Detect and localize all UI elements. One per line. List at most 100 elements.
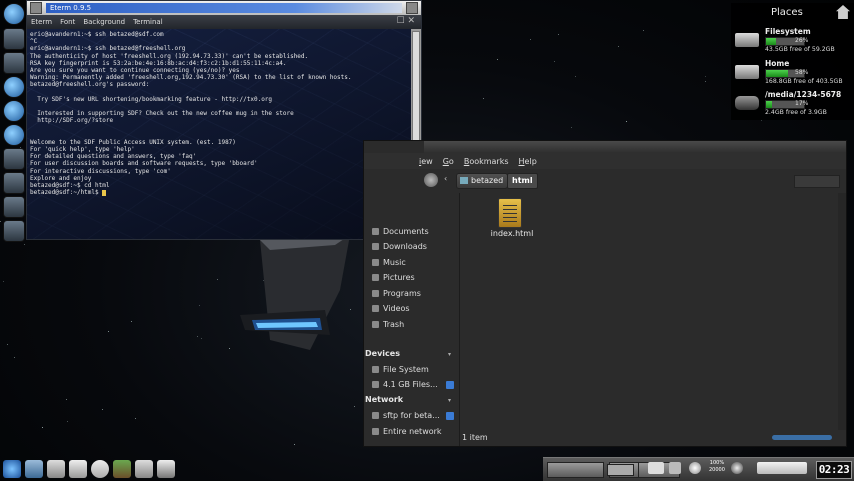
dock-app-icon[interactable] [3,52,25,74]
dock-app-icon[interactable] [3,3,25,25]
screenshot-icon[interactable] [157,460,175,478]
sidebar-item-programs[interactable]: Programs [372,288,421,300]
dock-app-icon[interactable] [3,148,25,170]
menu-bookmarks[interactable]: Bookmarks [464,157,509,166]
sidebar-item-videos[interactable]: Videos [372,303,410,315]
dock-app-icon[interactable] [3,76,25,98]
star [108,331,109,332]
bottom-panel: 100% 20000 02:23 [543,457,854,481]
eject-icon[interactable] [446,412,454,420]
terminal-line: Warning: Permanently added 'freeshell.or… [30,74,352,82]
chevron-down-icon[interactable]: ▾ [448,397,451,404]
place-media[interactable]: /media/1234-5678 17% 2.4GB free of 3.9GB [731,90,854,120]
sidebar-item-entire-network[interactable]: Entire network [372,426,442,438]
view-mode-toggle[interactable] [794,175,840,188]
window-list-icon[interactable] [648,462,664,474]
location-icon[interactable] [424,173,438,187]
trash-icon [372,321,379,328]
star [67,421,68,422]
dock-app-icon[interactable] [3,172,25,194]
breadcrumb-html[interactable]: html [507,173,538,189]
chevron-down-icon[interactable]: ▾ [448,351,451,358]
eject-icon[interactable] [446,381,454,389]
place-filesystem[interactable]: Filesystem 26% 43.5GB free of 59.2GB [731,27,854,57]
horizontal-scrollbar[interactable] [772,435,832,440]
star [558,34,559,35]
clock[interactable]: 02:23 [816,461,852,479]
html-file-icon[interactable] [498,198,522,228]
terminal-menubar: Eterm Font Background Terminal ☐ ✕ [27,15,421,29]
drive-icon [372,366,379,373]
terminal-titlebar[interactable]: Eterm 0.9.5 [27,1,421,15]
sidebar-item-sftp[interactable]: sftp for beta... [372,410,440,422]
terminal-line: For user discussion boards and software … [30,160,258,168]
terminal-output[interactable]: eric@avandern1:~$ ssh betazed@sdf.com ^C e… [27,29,411,239]
chevron-left-icon[interactable]: ‹ [444,174,452,186]
star [571,127,572,128]
file-manager-titlebar[interactable] [424,141,846,153]
browser-icon[interactable] [3,460,21,478]
sidebar-item-pictures[interactable]: Pictures [372,272,415,284]
game-icon[interactable] [91,460,109,478]
window-title: Eterm 0.9.5 [46,3,402,13]
file-manager-toolbar: ‹ betazed html [364,169,846,194]
dock-app-icon[interactable] [3,196,25,218]
file-view-scrollbar[interactable] [838,193,846,430]
home-icon[interactable] [836,5,850,19]
terminal-line: Interested in supporting SDF? Check out … [30,110,294,118]
terminal-line: Welcome to the SDF Public Access UNIX sy… [30,138,236,146]
close-icon[interactable]: ☐ ✕ [397,16,415,26]
sidebar-item-music[interactable]: Music [372,257,406,269]
system-tray[interactable] [757,462,807,474]
dock-app-icon[interactable] [3,124,25,146]
sidebar-item-downloads[interactable]: Downloads [372,241,427,253]
menu-terminal[interactable]: Terminal [133,18,163,26]
home-folder-icon [460,177,468,184]
star [643,30,644,31]
tray-percent: 100% 20000 [709,460,725,473]
star [7,344,8,345]
hard-drive-icon [735,65,759,79]
file-manager-window[interactable]: iew Go Bookmarks Help ‹ betazed html Doc… [363,140,847,447]
menu-help[interactable]: Help [519,157,537,166]
menu-background[interactable]: Background [83,18,125,26]
sidebar-item-trash[interactable]: Trash [372,319,404,331]
menu-eterm[interactable]: Eterm [31,18,52,26]
volume-icon[interactable] [731,462,743,474]
minecraft-icon[interactable] [113,460,131,478]
bottles-icon[interactable] [69,460,87,478]
workspace-icon[interactable] [669,462,681,474]
terminal-line: For interactive discussions, type 'com' [30,167,171,175]
dock-app-icon[interactable] [3,100,25,122]
dock-app-icon[interactable] [3,28,25,50]
taskbar-button[interactable] [607,464,634,476]
star [705,81,706,82]
menu-go[interactable]: Go [443,157,454,166]
window-menu-icon[interactable] [30,2,42,14]
mail-icon[interactable] [25,460,43,478]
plane-icon[interactable] [135,460,153,478]
videos-folder-icon [372,305,379,312]
shade-icon[interactable] [406,2,418,14]
sidebar-item-volume[interactable]: 4.1 GB Files... [372,379,438,391]
dock-app-icon[interactable] [3,220,25,242]
star [199,305,200,306]
star [575,76,576,77]
place-home[interactable]: Home 58% 168.8GB free of 403.5GB [731,59,854,89]
desktop-wallpaper-ship [240,235,350,350]
star [135,418,136,419]
terminal-line: The authenticity of host 'freeshell.org … [30,52,309,60]
menu-font[interactable]: Font [60,18,75,26]
menu-view[interactable]: iew [419,157,433,166]
breadcrumb-betazed[interactable]: betazed [456,173,509,189]
star [201,338,202,339]
users-icon[interactable] [47,460,65,478]
file-name[interactable]: index.html [482,229,542,238]
file-view[interactable]: index.html [460,193,846,430]
sidebar-item-filesystem[interactable]: File System [372,364,429,376]
sidebar-item-documents[interactable]: Documents [372,226,429,238]
taskbar-button[interactable] [547,462,604,478]
update-icon[interactable] [689,462,701,474]
